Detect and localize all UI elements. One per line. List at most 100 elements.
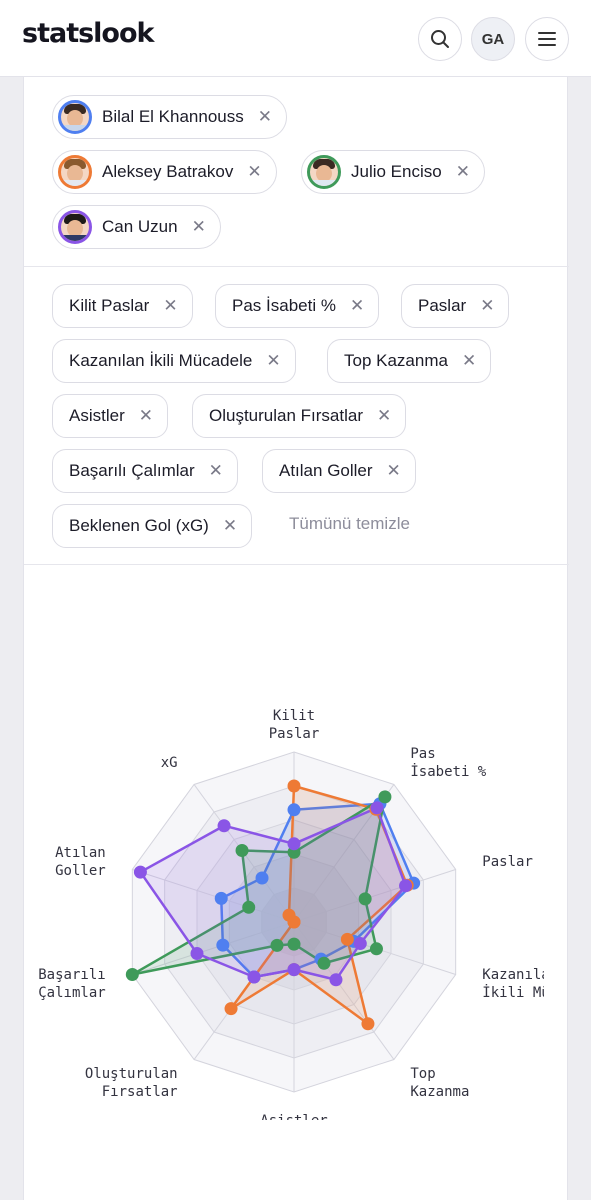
axis-label-line: Oluşturulan bbox=[85, 1066, 178, 1082]
remove-player-icon[interactable]: ✕ bbox=[192, 217, 206, 237]
metric-chip[interactable]: Top Kazanma ✕ bbox=[327, 339, 492, 383]
axis-label: Kazanıla İkili Mü bbox=[482, 967, 544, 1001]
data-point bbox=[317, 956, 331, 970]
axis-label-line: Paslar bbox=[269, 726, 320, 742]
data-point bbox=[133, 865, 147, 879]
metric-label: Başarılı Çalımlar bbox=[69, 461, 195, 480]
data-point bbox=[287, 937, 301, 951]
axis-label: Atılan Goller bbox=[55, 845, 106, 879]
metric-chip[interactable]: Pas İsabeti % ✕ bbox=[215, 284, 380, 328]
app-logo[interactable]: statslook bbox=[22, 18, 154, 49]
player-avatar bbox=[58, 100, 92, 134]
hamburger-menu-icon bbox=[538, 32, 556, 46]
remove-metric-icon[interactable]: ✕ bbox=[462, 351, 476, 371]
app-header: statslook GA bbox=[0, 0, 591, 77]
player-name: Can Uzun bbox=[102, 217, 178, 236]
player-avatar bbox=[58, 155, 92, 189]
data-point bbox=[369, 942, 383, 956]
data-point bbox=[340, 932, 354, 946]
axis-label-line: Goller bbox=[55, 863, 106, 879]
metric-label: Kazanılan İkili Mücadele bbox=[69, 351, 253, 370]
axis-label-line: İkili Mü bbox=[482, 983, 544, 1001]
axis-label: Top Kazanma bbox=[410, 1066, 469, 1100]
divider bbox=[24, 266, 569, 267]
axis-label-line: Fırsatlar bbox=[102, 1084, 178, 1100]
data-point bbox=[378, 790, 392, 804]
data-point bbox=[270, 938, 284, 952]
remove-metric-icon[interactable]: ✕ bbox=[387, 461, 401, 481]
data-point bbox=[247, 970, 261, 984]
data-point bbox=[216, 938, 230, 952]
metric-label: Beklenen Gol (xG) bbox=[69, 516, 209, 535]
remove-player-icon[interactable]: ✕ bbox=[456, 162, 470, 182]
axis-label-line: Atılan bbox=[55, 845, 106, 861]
axis-label: Başarılı Çalımlar bbox=[38, 967, 105, 1001]
metric-chip[interactable]: Beklenen Gol (xG) ✕ bbox=[52, 504, 253, 548]
metric-chip[interactable]: Paslar ✕ bbox=[401, 284, 510, 328]
data-point bbox=[214, 891, 228, 905]
axis-label-line: Kazanma bbox=[410, 1084, 469, 1100]
remove-metric-icon[interactable]: ✕ bbox=[223, 516, 237, 536]
metric-label: Top Kazanma bbox=[344, 351, 448, 370]
player-name: Bilal El Khannouss bbox=[102, 107, 244, 126]
axis-label: Asistler bbox=[260, 1113, 327, 1120]
metric-chip[interactable]: Oluşturulan Fırsatlar ✕ bbox=[192, 394, 407, 438]
data-point bbox=[353, 937, 367, 951]
axis-label-line: Başarılı bbox=[38, 967, 105, 983]
player-chip[interactable]: Aleksey Batrakov ✕ bbox=[52, 150, 277, 194]
axis-label-line: İsabeti % bbox=[410, 762, 486, 780]
data-point bbox=[287, 779, 301, 793]
remove-metric-icon[interactable]: ✕ bbox=[209, 461, 223, 481]
metric-label: Atılan Goller bbox=[279, 461, 373, 480]
data-point bbox=[255, 871, 269, 885]
data-point bbox=[224, 1002, 238, 1016]
data-point bbox=[361, 1017, 375, 1031]
player-name: Julio Enciso bbox=[351, 162, 442, 181]
search-button[interactable] bbox=[418, 17, 462, 61]
divider bbox=[24, 564, 569, 565]
axis-label: Paslar bbox=[482, 854, 533, 870]
axis-label: xG bbox=[161, 755, 178, 771]
clear-all-link[interactable]: Tümünü temizle bbox=[289, 514, 410, 534]
menu-button[interactable] bbox=[525, 17, 569, 61]
metric-chip[interactable]: Asistler ✕ bbox=[52, 394, 168, 438]
axis-label-line: Paslar bbox=[482, 854, 533, 870]
data-point bbox=[235, 843, 249, 857]
player-avatar bbox=[307, 155, 341, 189]
axis-label-line: Kilit bbox=[273, 708, 315, 724]
metric-chip[interactable]: Kazanılan İkili Mücadele ✕ bbox=[52, 339, 296, 383]
remove-metric-icon[interactable]: ✕ bbox=[480, 296, 494, 316]
user-avatar-button[interactable]: GA bbox=[471, 17, 515, 61]
axis-label: Kilit Paslar bbox=[269, 708, 320, 742]
player-name: Aleksey Batrakov bbox=[102, 162, 234, 181]
axis-label-line: Kazanıla bbox=[482, 967, 544, 983]
metric-label: Paslar bbox=[418, 296, 467, 315]
remove-metric-icon[interactable]: ✕ bbox=[163, 296, 177, 316]
metric-label: Pas İsabeti % bbox=[232, 296, 336, 315]
axis-label: Pas İsabeti % bbox=[410, 746, 486, 780]
remove-player-icon[interactable]: ✕ bbox=[247, 162, 261, 182]
remove-metric-icon[interactable]: ✕ bbox=[350, 296, 364, 316]
axis-label-line: Pas bbox=[410, 746, 435, 762]
axis-label-line: Top bbox=[410, 1066, 435, 1082]
player-avatar bbox=[58, 210, 92, 244]
player-chip[interactable]: Bilal El Khannouss ✕ bbox=[52, 95, 288, 139]
search-icon bbox=[431, 30, 449, 48]
player-chip[interactable]: Can Uzun ✕ bbox=[52, 205, 221, 249]
metric-chip[interactable]: Atılan Goller ✕ bbox=[262, 449, 416, 493]
metric-label: Oluşturulan Fırsatlar bbox=[209, 406, 363, 425]
player-chip[interactable]: Julio Enciso ✕ bbox=[301, 150, 485, 194]
data-point bbox=[242, 900, 256, 914]
axis-label-line: Asistler bbox=[260, 1113, 327, 1120]
axis-label-line: Çalımlar bbox=[38, 985, 105, 1001]
radar-chart: Kilit Paslar Pas İsabeti % Paslar Kazanıla İki… bbox=[38, 708, 544, 1120]
metric-chip[interactable]: Başarılı Çalımlar ✕ bbox=[52, 449, 238, 493]
metric-label: Kilit Paslar bbox=[69, 296, 150, 315]
data-point bbox=[282, 908, 296, 922]
remove-metric-icon[interactable]: ✕ bbox=[377, 406, 391, 426]
metric-chip[interactable]: Kilit Paslar ✕ bbox=[52, 284, 193, 328]
remove-metric-icon[interactable]: ✕ bbox=[139, 406, 153, 426]
remove-metric-icon[interactable]: ✕ bbox=[266, 351, 280, 371]
data-point bbox=[370, 801, 384, 815]
remove-player-icon[interactable]: ✕ bbox=[258, 107, 272, 127]
